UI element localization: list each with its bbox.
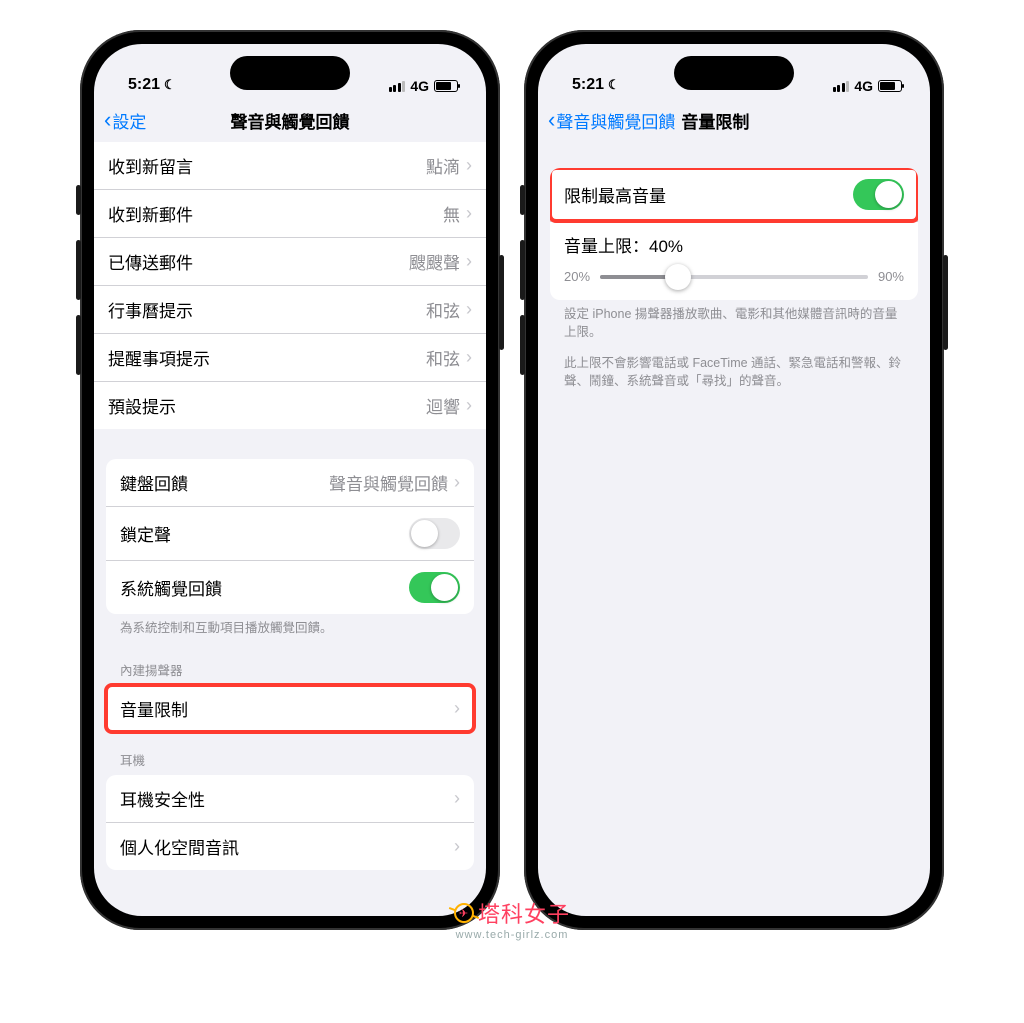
power-button xyxy=(943,255,948,350)
status-time: 5:21 xyxy=(572,76,604,94)
volume-slider[interactable] xyxy=(600,275,868,279)
chevron-right-icon: › xyxy=(466,203,472,224)
chevron-right-icon: › xyxy=(466,155,472,176)
volume-note-2: 此上限不會影響電話或 FaceTime 通話、緊急電話和警報、鈴聲、鬧鐘、系統聲… xyxy=(538,345,930,394)
volume-up-button xyxy=(76,240,81,300)
battery-icon xyxy=(878,80,902,92)
chevron-right-icon: › xyxy=(454,698,460,719)
volume-limit-row[interactable]: 音量限制› xyxy=(106,685,474,732)
watermark-icon: ✈ xyxy=(454,903,474,923)
volume-down-button xyxy=(76,315,81,375)
chevron-right-icon: › xyxy=(454,788,460,809)
chevron-right-icon: › xyxy=(466,299,472,320)
dnd-moon-icon: ☾ xyxy=(608,77,620,93)
side-button xyxy=(76,185,81,215)
lock-sound-row: 鎖定聲 xyxy=(106,506,474,560)
sound-options-group: 收到新留言點滴› 收到新郵件無› 已傳送郵件颼颼聲› 行事曆提示和弦› 提醒事項… xyxy=(94,142,486,429)
nav-bar: ‹ 設定 聲音與觸覺回饋 xyxy=(94,98,486,142)
chevron-right-icon: › xyxy=(466,395,472,416)
side-button xyxy=(520,185,525,215)
list-item[interactable]: 已傳送郵件颼颼聲› xyxy=(94,237,486,285)
lock-sound-toggle[interactable] xyxy=(409,518,460,549)
chevron-left-icon: ‹ xyxy=(548,107,555,133)
limit-max-volume-row: 限制最高音量 xyxy=(550,168,918,221)
volume-note-1: 設定 iPhone 揚聲器播放歌曲、電影和其他媒體音訊時的音量上限。 xyxy=(538,300,930,345)
back-button[interactable]: ‹ 設定 xyxy=(104,107,146,133)
system-haptic-toggle[interactable] xyxy=(409,572,460,603)
nav-bar: ‹ 聲音與觸覺回饋 音量限制 xyxy=(538,98,930,142)
list-item[interactable]: 行事曆提示和弦› xyxy=(94,285,486,333)
nav-title: 音量限制 xyxy=(681,108,749,133)
nav-title: 聲音與觸覺回饋 xyxy=(94,108,486,133)
volume-limit-group: 音量限制› xyxy=(106,685,474,732)
list-item[interactable]: 收到新郵件無› xyxy=(94,189,486,237)
back-button[interactable]: ‹ 聲音與觸覺回饋 xyxy=(548,107,675,133)
headphone-group: 耳機安全性› 個人化空間音訊› xyxy=(106,775,474,870)
chevron-left-icon: ‹ xyxy=(104,107,111,133)
screen: 5:21 ☾ 4G ‹ 聲音與觸覺回饋 音量限制 限制最高音量 xyxy=(538,44,930,916)
volume-limit-settings-group: 限制最高音量 音量上限：40% 20% 90% xyxy=(550,168,918,300)
keyboard-feedback-row[interactable]: 鍵盤回饋聲音與觸覺回饋› xyxy=(106,459,474,506)
back-label: 設定 xyxy=(112,108,146,133)
watermark: ✈塔科女子 www.tech-girlz.com xyxy=(454,897,570,941)
back-label: 聲音與觸覺回饋 xyxy=(556,108,675,133)
feedback-group: 鍵盤回饋聲音與觸覺回饋› 鎖定聲 系統觸覺回饋 xyxy=(106,459,474,614)
dynamic-island xyxy=(674,56,794,90)
speaker-header: 內建揚聲器 xyxy=(94,642,486,685)
volume-up-button xyxy=(520,240,525,300)
dnd-moon-icon: ☾ xyxy=(164,77,176,93)
status-time: 5:21 xyxy=(128,76,160,94)
limit-max-volume-toggle[interactable] xyxy=(853,179,904,210)
signal-icon xyxy=(833,81,850,92)
list-item[interactable]: 收到新留言點滴› xyxy=(94,142,486,189)
phone-left: 5:21 ☾ 4G ‹ 設定 聲音與觸覺回饋 收到新留言點滴› 收到新郵件無› … xyxy=(80,30,500,930)
network-label: 4G xyxy=(854,78,873,94)
battery-icon xyxy=(434,80,458,92)
volume-down-button xyxy=(520,315,525,375)
volume-slider-row: 音量上限：40% 20% 90% xyxy=(550,221,918,300)
slider-min-label: 20% xyxy=(564,269,590,284)
slider-caption: 音量上限：40% xyxy=(564,232,904,257)
signal-icon xyxy=(389,81,406,92)
slider-thumb[interactable] xyxy=(665,264,691,290)
chevron-right-icon: › xyxy=(466,347,472,368)
phone-right: 5:21 ☾ 4G ‹ 聲音與觸覺回饋 音量限制 限制最高音量 xyxy=(524,30,944,930)
spatial-audio-row[interactable]: 個人化空間音訊› xyxy=(106,822,474,870)
headphone-safety-row[interactable]: 耳機安全性› xyxy=(106,775,474,822)
list-item[interactable]: 預設提示迴響› xyxy=(94,381,486,429)
slider-max-label: 90% xyxy=(878,269,904,284)
chevron-right-icon: › xyxy=(454,472,460,493)
chevron-right-icon: › xyxy=(466,251,472,272)
screen: 5:21 ☾ 4G ‹ 設定 聲音與觸覺回饋 收到新留言點滴› 收到新郵件無› … xyxy=(94,44,486,916)
system-haptic-row: 系統觸覺回饋 xyxy=(106,560,474,614)
dynamic-island xyxy=(230,56,350,90)
power-button xyxy=(499,255,504,350)
headphone-header: 耳機 xyxy=(94,732,486,775)
haptic-footer: 為系統控制和互動項目播放觸覺回饋。 xyxy=(94,614,486,642)
network-label: 4G xyxy=(410,78,429,94)
list-item[interactable]: 提醒事項提示和弦› xyxy=(94,333,486,381)
chevron-right-icon: › xyxy=(454,836,460,857)
